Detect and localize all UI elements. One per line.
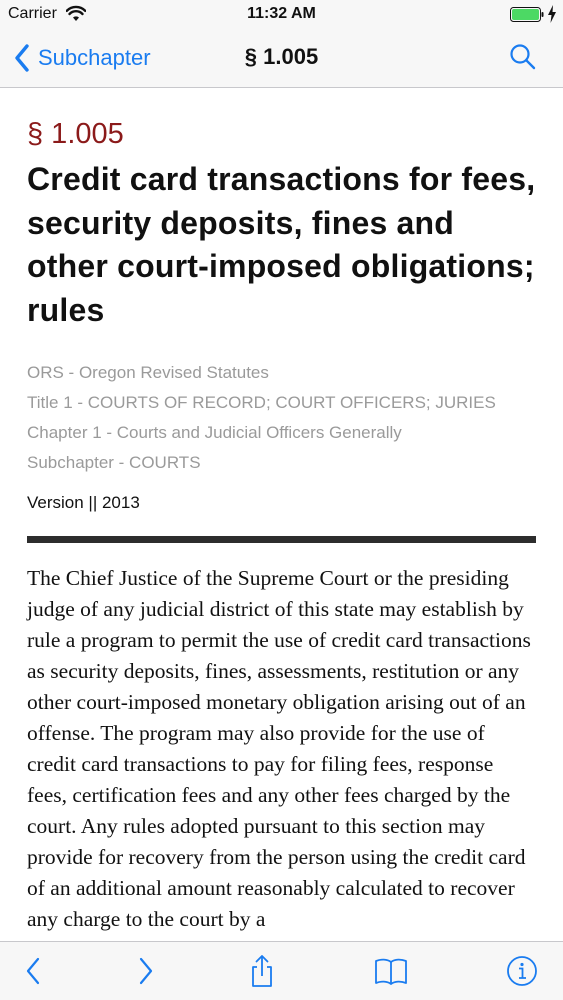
back-button[interactable]: Subchapter: [14, 40, 151, 76]
clock: 11:32 AM: [247, 5, 316, 22]
status-bar: Carrier 11:32 AM: [0, 0, 563, 30]
statute-body-text: The Chief Justice of the Supreme Court o…: [27, 566, 531, 931]
chevron-left-icon: [26, 957, 40, 985]
version-label: Version || 2013: [27, 493, 140, 512]
section-title: Credit card transactions for fees, secur…: [27, 161, 536, 328]
breadcrumb-chapter: Chapter 1 - Courts and Judicial Officers…: [27, 423, 402, 442]
bottom-toolbar: [0, 941, 563, 1000]
battery-icon: [510, 7, 544, 22]
chevron-left-icon: [15, 44, 29, 72]
share-button[interactable]: [245, 954, 279, 988]
charging-icon: [548, 5, 556, 23]
navigation-bar: Subchapter § 1.005: [0, 30, 563, 88]
breadcrumb-statutes: ORS - Oregon Revised Statutes: [27, 363, 269, 382]
previous-button[interactable]: [17, 954, 51, 988]
breadcrumb-title: Title 1 - COURTS OF RECORD; COURT OFFICE…: [27, 393, 496, 412]
section-number: § 1.005: [27, 118, 124, 150]
statute-content[interactable]: § 1.005 Credit card transactions for fee…: [0, 88, 563, 941]
bookmarks-button[interactable]: [374, 954, 408, 988]
next-button[interactable]: [128, 954, 162, 988]
book-icon: [375, 958, 407, 985]
search-icon[interactable]: [508, 42, 538, 72]
divider: [27, 536, 536, 543]
screen: Carrier 11:32 AM Subchapter § 1.005 § 1.…: [0, 0, 563, 1000]
info-button[interactable]: [505, 954, 539, 988]
share-icon: [252, 955, 272, 987]
back-button-label: Subchapter: [38, 45, 151, 70]
info-icon: [507, 956, 537, 986]
chevron-right-icon: [139, 957, 153, 985]
breadcrumb: ORS - Oregon Revised Statutes Title 1 - …: [27, 358, 536, 478]
breadcrumb-subchapter: Subchapter - COURTS: [27, 453, 201, 472]
